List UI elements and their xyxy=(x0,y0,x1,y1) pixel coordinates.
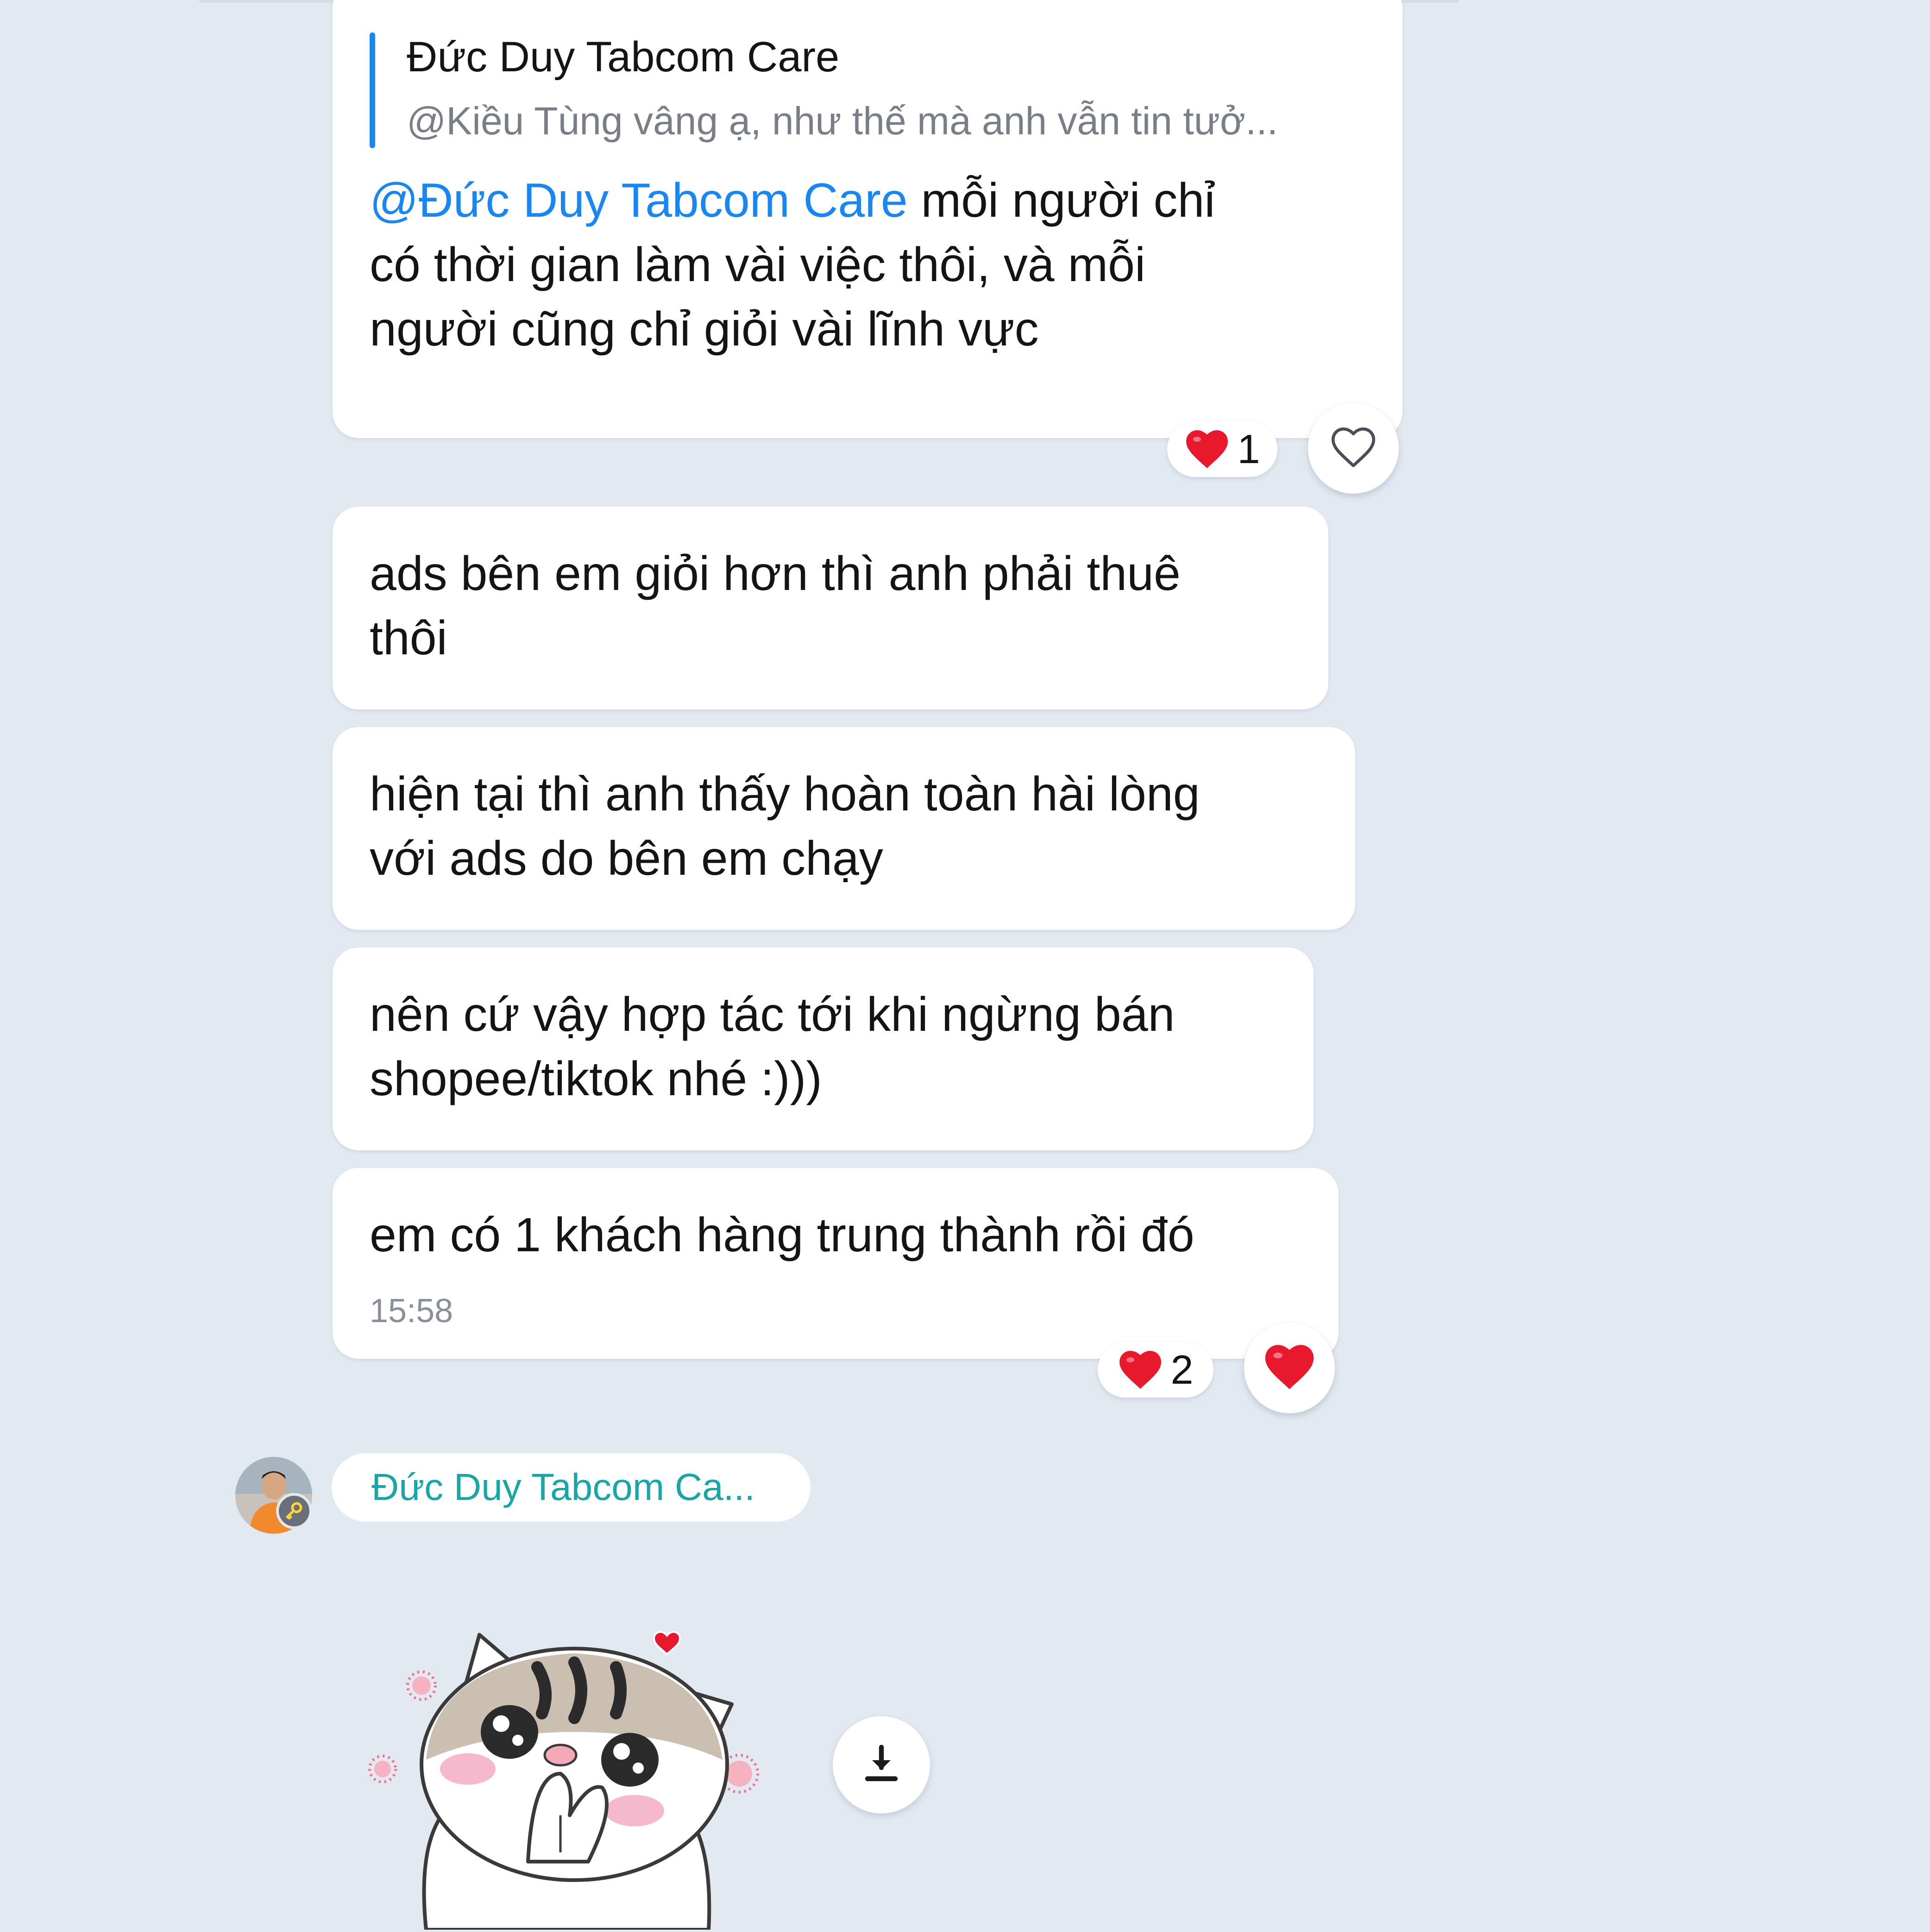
heart-icon xyxy=(1185,429,1229,469)
download-icon xyxy=(859,1742,904,1788)
message-bubble[interactable]: Đức Duy Tabcom Care @Kiều Tùng vâng ạ, n… xyxy=(333,0,1402,438)
sender-name[interactable]: Đức Duy Tabcom Ca... xyxy=(332,1453,811,1522)
reaction-count-badge[interactable]: 2 xyxy=(1098,1342,1213,1398)
message-text: ads bên em giỏi hơn thì anh phải thuê th… xyxy=(370,547,1181,665)
message-text: @Đức Duy Tabcom Care mỗi người chỉ có th… xyxy=(370,169,1389,362)
reply-quote-bar xyxy=(370,32,375,148)
mention-link[interactable]: @Đức Duy Tabcom Care xyxy=(370,174,908,227)
download-button[interactable] xyxy=(833,1716,930,1813)
react-button[interactable] xyxy=(1308,403,1399,494)
reply-sender-name[interactable]: Đức Duy Tabcom Care xyxy=(407,31,839,82)
heart-filled-icon xyxy=(1264,1344,1315,1393)
reaction-count-badge[interactable]: 1 xyxy=(1167,421,1277,477)
message-timestamp: 15:58 xyxy=(370,1292,453,1330)
reaction-count: 1 xyxy=(1237,426,1260,472)
heart-icon xyxy=(1118,1350,1163,1390)
key-icon xyxy=(276,1493,312,1529)
reply-snippet[interactable]: @Kiều Tùng vâng ạ, như thế mà anh vẫn ti… xyxy=(407,95,1278,146)
message-bubble[interactable]: hiện tại thì anh thấy hoàn toàn hài lòng… xyxy=(333,727,1355,930)
message-bubble[interactable]: em có 1 khách hàng trung thành rồi đó 15… xyxy=(333,1168,1339,1359)
message-text: em có 1 khách hàng trung thành rồi đó xyxy=(370,1208,1194,1262)
cat-sticker[interactable] xyxy=(357,1621,773,1932)
react-button[interactable] xyxy=(1244,1323,1335,1413)
heart-outline-icon xyxy=(1330,426,1377,471)
message-text: hiện tại thì anh thấy hoàn toàn hài lòng… xyxy=(370,767,1200,885)
message-bubble[interactable]: ads bên em giỏi hơn thì anh phải thuê th… xyxy=(333,507,1328,709)
message-text: nên cứ vậy hợp tác tới khi ngừng bán sho… xyxy=(370,988,1175,1106)
reaction-count: 2 xyxy=(1170,1347,1194,1393)
message-bubble[interactable]: nên cứ vậy hợp tác tới khi ngừng bán sho… xyxy=(333,947,1314,1150)
